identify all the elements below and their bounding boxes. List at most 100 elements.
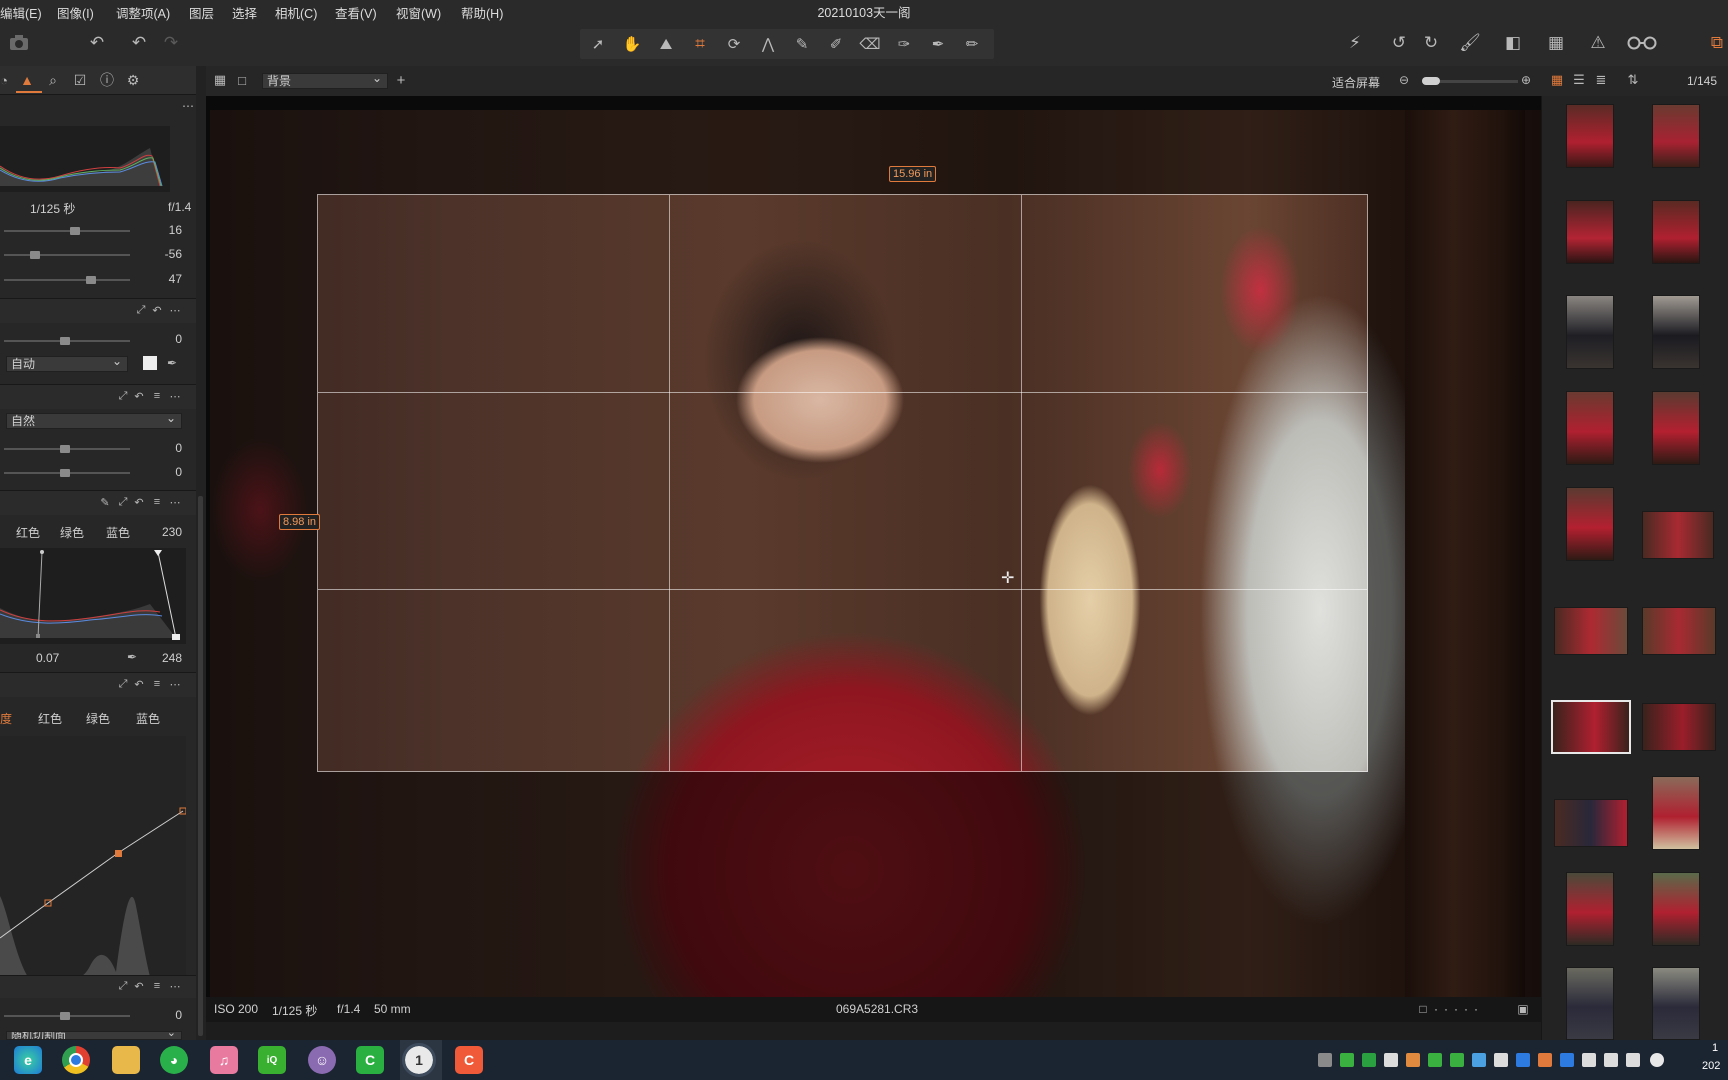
zoom-slider[interactable] — [1422, 77, 1518, 85]
curve-channel-red[interactable]: 红色 — [38, 710, 62, 727]
slider-thumb[interactable] — [60, 445, 70, 453]
thumbnail[interactable] — [1642, 511, 1714, 559]
eyedropper-icon[interactable]: ✒ — [124, 649, 140, 665]
thumbnail-selected[interactable] — [1551, 700, 1631, 754]
auto-adjust-icon[interactable]: ⚡ — [1342, 30, 1368, 56]
thumbnail[interactable] — [1652, 776, 1700, 850]
more-icon[interactable]: ⋯ — [168, 303, 182, 317]
style-mode-select[interactable]: 自然 — [6, 411, 182, 429]
export-icon[interactable]: ⧉ — [1704, 30, 1728, 56]
tray-icon[interactable] — [1428, 1053, 1442, 1067]
thumbnail[interactable] — [1652, 200, 1700, 264]
chrome-icon[interactable] — [62, 1046, 90, 1074]
settings-tab-icon[interactable]: ⚙ — [122, 70, 144, 90]
slider-track[interactable] — [4, 254, 130, 256]
slider-value[interactable]: 0 — [150, 441, 182, 455]
keystone-tool-icon[interactable]: ⛰ — [654, 32, 678, 56]
menu-adjustments[interactable]: 调整项(A) — [116, 3, 170, 22]
microphone-icon[interactable] — [1582, 1053, 1596, 1067]
edge-icon[interactable]: e — [14, 1046, 42, 1074]
select-tool-icon[interactable]: ➚ — [586, 32, 610, 56]
thumbnail[interactable] — [1652, 295, 1700, 369]
tray-icon[interactable] — [1450, 1053, 1464, 1067]
tray-icon[interactable] — [1406, 1053, 1420, 1067]
slider-thumb[interactable] — [30, 251, 40, 259]
tray-icon[interactable] — [1384, 1053, 1398, 1067]
thumbnail[interactable] — [1566, 967, 1614, 1040]
levels-channel-green[interactable]: 绿色 — [60, 524, 84, 541]
slider-value[interactable]: -56 — [150, 247, 182, 261]
more-icon[interactable]: ⋯ — [168, 495, 182, 509]
list-icon[interactable]: ≡ — [150, 495, 164, 509]
reset-icon[interactable]: ↶ — [150, 303, 164, 317]
avatar-app-icon[interactable]: ☺ — [308, 1046, 336, 1074]
warning-icon[interactable]: ⚠ — [1585, 30, 1611, 56]
color-tag-icon[interactable]: ▣ — [1516, 1001, 1530, 1017]
thumbnail[interactable] — [1566, 391, 1614, 465]
redo-icon[interactable]: ↷ — [158, 30, 184, 56]
single-view-icon[interactable]: □ — [234, 72, 250, 88]
slider-thumb[interactable] — [60, 337, 70, 345]
menu-layers[interactable]: 图层 — [189, 3, 214, 22]
tray-icon[interactable] — [1494, 1053, 1508, 1067]
clock-date[interactable]: 202 — [1702, 1060, 1720, 1072]
menu-help[interactable]: 帮助(H) — [461, 3, 503, 22]
tray-icon[interactable] — [1472, 1053, 1486, 1067]
thumbnail[interactable] — [1566, 104, 1614, 168]
thumbnail[interactable] — [1652, 391, 1700, 465]
zoom-in-icon[interactable]: ⊕ — [1518, 72, 1534, 88]
scrollbar-thumb[interactable] — [198, 496, 203, 1036]
pan-tool-icon[interactable]: ✋ — [620, 32, 644, 56]
add-layer-icon[interactable]: + — [392, 71, 410, 89]
more-icon[interactable]: ⋯ — [180, 98, 196, 114]
rotate-right-icon[interactable]: ↻ — [1418, 30, 1444, 56]
expand-icon[interactable]: ⤢ — [116, 677, 130, 691]
wechat-icon[interactable]: ◕ — [160, 1046, 188, 1074]
iqiyi-icon[interactable]: iQ — [258, 1046, 286, 1074]
expand-icon[interactable]: ⤢ — [116, 495, 130, 509]
slider-value[interactable]: 0 — [150, 465, 182, 479]
grid-icon[interactable]: ▦ — [1543, 30, 1569, 56]
rating-box-icon[interactable]: □ — [1416, 1001, 1430, 1017]
camtasia-icon[interactable]: C — [356, 1046, 384, 1074]
reset-icon[interactable]: ↶ — [132, 677, 146, 691]
thumbnail[interactable] — [1566, 200, 1614, 264]
menu-camera[interactable]: 相机(C) — [275, 3, 317, 22]
eraser-tool-icon[interactable]: ✐ — [824, 32, 848, 56]
eyedropper-icon[interactable]: ✎ — [98, 495, 112, 509]
image-viewer[interactable]: 15.96 in 8.98 in ✛ — [206, 96, 1541, 997]
camera-icon[interactable] — [8, 32, 30, 54]
thumbnail[interactable] — [1642, 703, 1716, 751]
slider-value[interactable]: 16 — [150, 223, 182, 237]
spot-tool-icon[interactable]: ⌫ — [858, 32, 882, 56]
more-icon[interactable]: ⋯ — [168, 677, 182, 691]
levels-high-value[interactable]: 248 — [150, 651, 182, 665]
before-after-icon[interactable]: ◧ — [1500, 30, 1526, 56]
glasses-icon[interactable] — [1626, 30, 1658, 56]
white-balance-mode-select[interactable]: 自动 — [6, 354, 128, 372]
levels-top-value[interactable]: 230 — [150, 525, 182, 539]
tray-icon[interactable] — [1516, 1053, 1530, 1067]
crop-rectangle[interactable] — [317, 194, 1368, 772]
slider-thumb[interactable] — [70, 227, 80, 235]
thumbnail[interactable] — [1642, 607, 1716, 655]
slider-value[interactable]: 0 — [150, 332, 182, 346]
thumbnail[interactable] — [1566, 872, 1614, 946]
tray-icon[interactable] — [1340, 1053, 1354, 1067]
brush-icon[interactable]: 🖌 — [1457, 30, 1483, 56]
reset-icon[interactable]: ↶ — [132, 389, 146, 403]
thumbnail[interactable] — [1554, 799, 1628, 847]
layer-select[interactable]: 背景 — [262, 71, 388, 89]
expand-icon[interactable]: ⤢ — [116, 389, 130, 403]
slider-value[interactable]: 47 — [150, 272, 182, 286]
rotate-left-icon[interactable]: ↺ — [1386, 30, 1412, 56]
slider-track[interactable] — [4, 230, 130, 232]
curve-channel-green[interactable]: 绿色 — [86, 710, 110, 727]
curve-channel-blue[interactable]: 蓝色 — [136, 710, 160, 727]
reset-icon[interactable]: ↶ — [132, 495, 146, 509]
list-icon[interactable]: ≡ — [150, 677, 164, 691]
library-tab-icon[interactable]: ◔ — [0, 71, 8, 89]
menu-view[interactable]: 查看(V) — [335, 3, 377, 22]
straighten-tool-icon[interactable]: ⋀ — [756, 32, 780, 56]
thumbnail[interactable] — [1652, 872, 1700, 946]
